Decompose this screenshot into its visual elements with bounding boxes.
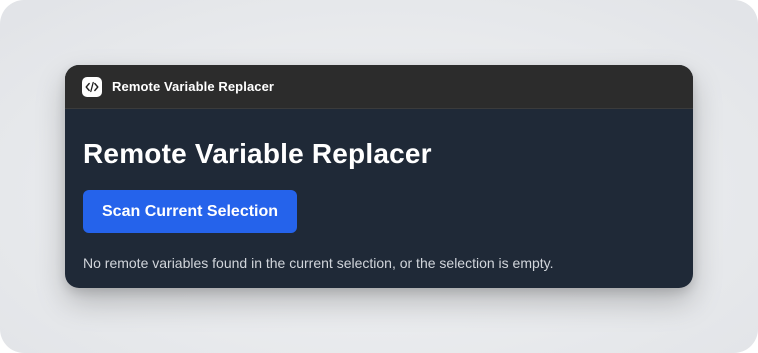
plugin-window: Remote Variable Replacer Remote Variable…	[65, 65, 693, 288]
page-title: Remote Variable Replacer	[83, 138, 432, 169]
window-title: Remote Variable Replacer	[112, 79, 275, 94]
plugin-content: Remote Variable Replacer Scan Current Se…	[65, 109, 693, 272]
status-message: No remote variables found in the current…	[83, 255, 554, 271]
scan-selection-button[interactable]: Scan Current Selection	[83, 190, 298, 233]
code-brackets-icon	[82, 76, 102, 97]
window-titlebar[interactable]: Remote Variable Replacer	[65, 65, 693, 109]
